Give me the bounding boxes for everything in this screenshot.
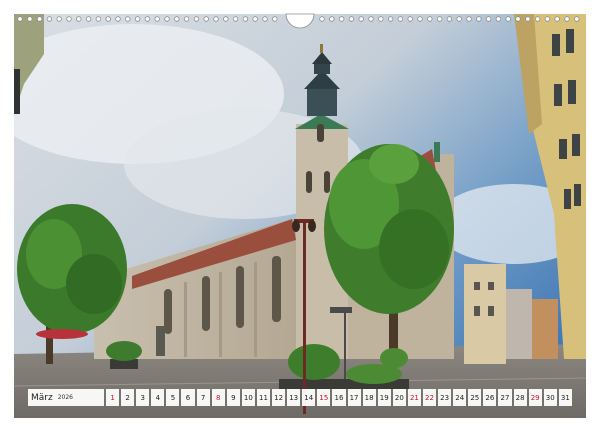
calendar-photo [14, 14, 586, 418]
binding-hole [56, 16, 62, 22]
calendar-day: 21 [407, 389, 421, 406]
binding-hole [232, 16, 239, 22]
calendar-day: 20 [392, 389, 406, 406]
binding-hole [476, 16, 482, 22]
binding-hole [203, 16, 209, 22]
binding-hole [436, 16, 443, 22]
binding-hole [515, 16, 521, 22]
calendar-page: März 2026 1 2 3 4 5 6 7 8 9 10 11 12 13 14 15 16 17 18 19 2… [0, 0, 600, 432]
calendar-day: 9 [226, 389, 240, 406]
calendar-day: 10 [241, 389, 255, 406]
binding-hole [66, 16, 72, 22]
calendar-month-label: März 2026 [28, 389, 104, 406]
binding-hole [174, 16, 180, 22]
binding-hole [164, 16, 170, 22]
binding-hole [407, 16, 413, 22]
calendar-day: 19 [377, 389, 391, 406]
calendar-day: 17 [347, 389, 361, 406]
calendar-day: 8 [211, 389, 225, 406]
binding-hole [358, 16, 364, 22]
binding-hole [564, 16, 570, 22]
binding-hole [134, 16, 141, 22]
binding-hole [466, 16, 472, 22]
binding-hole [262, 16, 268, 22]
binding-hole [446, 16, 453, 22]
binding-hole [417, 16, 423, 22]
calendar-day: 1 [106, 389, 120, 406]
calendar-day: 12 [272, 389, 286, 406]
calendar-day: 23 [438, 389, 452, 406]
binding-hole [193, 16, 200, 22]
calendar-day: 31 [558, 389, 572, 406]
calendar-day: 15 [317, 389, 331, 406]
binding-hole [338, 16, 345, 22]
binding-hole [17, 16, 23, 22]
binding-hole [456, 16, 462, 22]
binding-hole [378, 16, 384, 22]
calendar-day: 18 [362, 389, 376, 406]
binding-hole [27, 16, 33, 22]
binding-hole [95, 16, 102, 22]
calendar-day: 27 [498, 389, 512, 406]
binding-hole [125, 16, 131, 22]
binding-hole [505, 16, 511, 22]
calendar-year: 2026 [57, 394, 73, 401]
spiral-binding [17, 13, 580, 29]
binding-hole [46, 16, 53, 22]
binding-hole [348, 16, 355, 22]
calendar-day: 26 [483, 389, 497, 406]
binding-hole [368, 16, 374, 22]
binding-hole [76, 16, 82, 22]
binding-hole [252, 16, 258, 22]
calendar-strip: März 2026 1 2 3 4 5 6 7 8 9 10 11 12 13 14 15 16 17 18 19 2… [28, 389, 572, 406]
binding-hole [319, 16, 325, 22]
binding-hole [397, 16, 404, 22]
calendar-month: März [31, 392, 53, 403]
binding-hole [223, 16, 229, 22]
calendar-day: 16 [332, 389, 346, 406]
calendar-day: 7 [196, 389, 210, 406]
calendar-day: 2 [121, 389, 135, 406]
binding-hole [495, 16, 502, 22]
calendar-day: 3 [136, 389, 150, 406]
calendar-day: 13 [287, 389, 301, 406]
binding-hole [144, 16, 151, 22]
calendar-day: 24 [453, 389, 467, 406]
calendar-day: 30 [543, 389, 557, 406]
binding-hole [329, 16, 335, 22]
binding-hole [574, 16, 580, 22]
binding-hole [154, 16, 160, 22]
binding-hole [242, 16, 249, 22]
calendar-day: 28 [513, 389, 527, 406]
calendar-day: 14 [302, 389, 316, 406]
calendar-day: 4 [151, 389, 165, 406]
calendar-day: 22 [422, 389, 437, 406]
calendar-day: 25 [468, 389, 482, 406]
binding-hole [272, 16, 278, 22]
calendar-day: 29 [528, 389, 542, 406]
calendar-day: 5 [166, 389, 180, 406]
calendar-day: 6 [181, 389, 195, 406]
binding-hole [534, 16, 541, 22]
binding-hole [105, 16, 111, 22]
binding-hole [554, 16, 560, 22]
binding-hole [36, 16, 43, 22]
binding-hole [387, 16, 394, 22]
binding-hole [544, 16, 551, 22]
binding-hole [525, 16, 531, 22]
binding-hole [85, 16, 92, 22]
binding-hole [427, 16, 433, 22]
binding-hole [183, 16, 190, 22]
calendar-day: 11 [256, 389, 271, 406]
binding-hole [115, 16, 121, 22]
binding-hole [213, 16, 219, 22]
binding-hole [485, 16, 492, 22]
